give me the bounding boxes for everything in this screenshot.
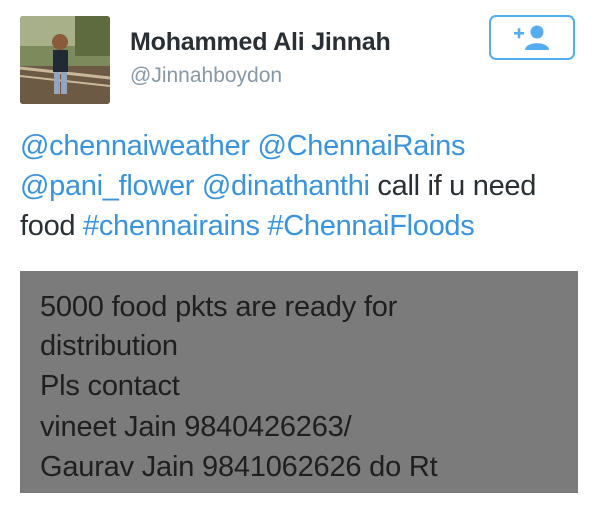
image-text-line: vineet Jain 9840426263/ — [40, 411, 352, 443]
display-name[interactable]: Mohammed Ali Jinnah — [130, 28, 391, 57]
mention-link[interactable]: @pani_flower — [20, 170, 194, 202]
add-user-icon — [514, 25, 549, 50]
image-text-line: Pls contact — [40, 370, 180, 402]
tweet-line: @pani_flower @dinathanthi call if u need — [20, 166, 590, 206]
hashtag-link[interactable]: #chennairains — [83, 210, 260, 242]
tweet-text-segment — [194, 170, 202, 202]
tweet-text-segment: food — [20, 210, 83, 242]
image-text-line: distribution — [40, 330, 178, 362]
mention-link[interactable]: @dinathanthi — [202, 170, 370, 202]
tweet-text-segment: call if u need — [369, 170, 537, 202]
tweet-line: @chennaiweather @ChennaiRains — [20, 126, 590, 166]
hashtag-link[interactable]: #ChennaiFloods — [267, 210, 474, 242]
follow-button[interactable] — [489, 15, 575, 60]
mention-link[interactable]: @ChennaiRains — [257, 130, 465, 162]
image-text-line: Gaurav Jain 9841062626 do Rt — [40, 451, 438, 483]
image-text-line: 5000 food pkts are ready for — [40, 291, 398, 323]
user-handle[interactable]: @Jinnahboydon — [130, 64, 282, 88]
tweet-text: @chennaiweather @ChennaiRains @pani_flow… — [20, 126, 590, 246]
mention-link[interactable]: @chennaiweather — [20, 130, 250, 162]
attached-image[interactable]: 5000 food pkts are ready for distributio… — [20, 271, 578, 493]
tweet-line: food #chennairains #ChennaiFloods — [20, 206, 590, 246]
profile-photo — [20, 16, 110, 104]
avatar[interactable] — [20, 16, 110, 104]
